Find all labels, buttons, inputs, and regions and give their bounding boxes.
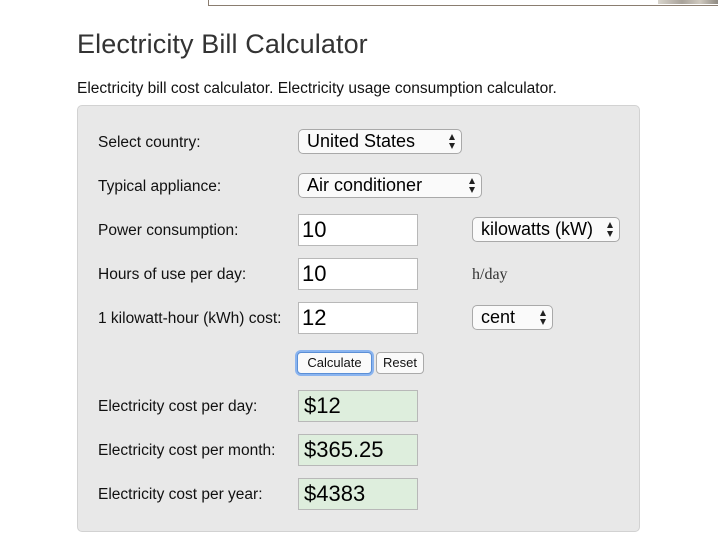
page-intro: Electricity bill cost calculator. Electr… — [77, 80, 557, 97]
cost-per-year-label: Electricity cost per year: — [98, 486, 263, 503]
cost-per-year-output: $4383 — [298, 478, 418, 510]
cost-per-day-label: Electricity cost per day: — [98, 398, 258, 415]
kwh-cost-input[interactable]: 12 — [298, 302, 418, 334]
power-unit-select[interactable]: kilowatts (kW) — [472, 217, 620, 242]
header-image-edge — [208, 0, 718, 6]
appliance-select[interactable]: Air conditioner — [298, 173, 482, 198]
appliance-label: Typical appliance: — [98, 178, 222, 195]
power-unit-value: kilowatts (kW) — [481, 219, 593, 239]
power-label: Power consumption: — [98, 222, 239, 239]
cost-per-month-output: $365.25 — [298, 434, 418, 466]
header-image-fragment — [658, 0, 718, 4]
calculate-button[interactable]: Calculate — [297, 352, 372, 374]
hours-unit: h/day — [472, 266, 508, 283]
calculator-form: Select country: United States Typical ap… — [77, 105, 640, 532]
power-input[interactable]: 10 — [298, 214, 418, 246]
select-arrows-icon — [449, 134, 456, 149]
select-arrows-icon — [540, 310, 547, 325]
currency-unit-select[interactable]: cent — [472, 305, 553, 330]
select-arrows-icon — [607, 222, 614, 237]
cost-per-day-output: $12 — [298, 390, 418, 422]
select-arrows-icon — [469, 178, 476, 193]
country-select[interactable]: United States — [298, 129, 462, 154]
country-label: Select country: — [98, 134, 201, 151]
currency-unit-value: cent — [481, 307, 516, 327]
reset-button[interactable]: Reset — [376, 352, 424, 374]
hours-label: Hours of use per day: — [98, 266, 247, 283]
hours-input[interactable]: 10 — [298, 258, 418, 290]
cost-per-month-label: Electricity cost per month: — [98, 442, 276, 459]
country-select-value: United States — [307, 131, 416, 151]
appliance-select-value: Air conditioner — [307, 175, 423, 195]
kwh-cost-label: 1 kilowatt-hour (kWh) cost: — [98, 310, 282, 327]
page-title: Electricity Bill Calculator — [77, 29, 368, 59]
